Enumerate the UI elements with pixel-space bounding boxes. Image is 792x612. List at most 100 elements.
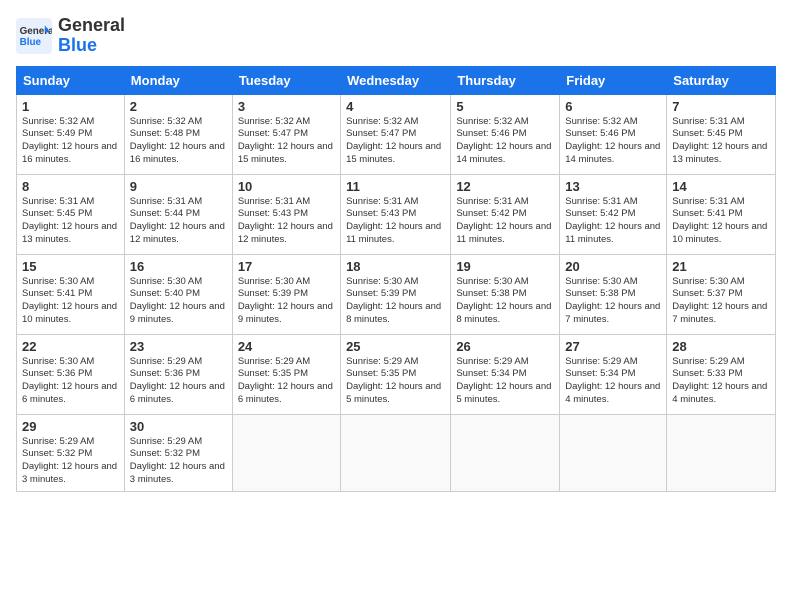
empty-day-cell xyxy=(341,414,451,491)
day-number: 17 xyxy=(238,259,335,274)
day-number: 6 xyxy=(565,99,661,114)
header-sunday: Sunday xyxy=(17,66,125,94)
day-number: 24 xyxy=(238,339,335,354)
day-cell: 4 Sunrise: 5:32 AM Sunset: 5:47 PM Dayli… xyxy=(341,94,451,174)
day-number: 3 xyxy=(238,99,335,114)
day-number: 20 xyxy=(565,259,661,274)
day-cell: 19 Sunrise: 5:30 AM Sunset: 5:38 PM Dayl… xyxy=(451,254,560,334)
day-info: Sunrise: 5:31 AM Sunset: 5:42 PM Dayligh… xyxy=(565,196,661,247)
day-cell: 1 Sunrise: 5:32 AM Sunset: 5:49 PM Dayli… xyxy=(17,94,125,174)
day-cell: 9 Sunrise: 5:31 AM Sunset: 5:44 PM Dayli… xyxy=(124,174,232,254)
day-cell: 3 Sunrise: 5:32 AM Sunset: 5:47 PM Dayli… xyxy=(232,94,340,174)
day-number: 11 xyxy=(346,179,445,194)
calendar-week-row: 22 Sunrise: 5:30 AM Sunset: 5:36 PM Dayl… xyxy=(17,334,776,414)
empty-day-cell xyxy=(451,414,560,491)
day-number: 14 xyxy=(672,179,770,194)
header-friday: Friday xyxy=(560,66,667,94)
day-cell: 23 Sunrise: 5:29 AM Sunset: 5:36 PM Dayl… xyxy=(124,334,232,414)
day-number: 2 xyxy=(130,99,227,114)
logo-text: General Blue xyxy=(58,16,125,56)
day-info: Sunrise: 5:31 AM Sunset: 5:43 PM Dayligh… xyxy=(238,196,335,247)
day-info: Sunrise: 5:29 AM Sunset: 5:34 PM Dayligh… xyxy=(565,356,661,407)
day-cell: 17 Sunrise: 5:30 AM Sunset: 5:39 PM Dayl… xyxy=(232,254,340,334)
day-cell: 8 Sunrise: 5:31 AM Sunset: 5:45 PM Dayli… xyxy=(17,174,125,254)
day-cell: 22 Sunrise: 5:30 AM Sunset: 5:36 PM Dayl… xyxy=(17,334,125,414)
day-info: Sunrise: 5:32 AM Sunset: 5:46 PM Dayligh… xyxy=(456,116,554,167)
day-info: Sunrise: 5:31 AM Sunset: 5:43 PM Dayligh… xyxy=(346,196,445,247)
day-info: Sunrise: 5:31 AM Sunset: 5:44 PM Dayligh… xyxy=(130,196,227,247)
day-info: Sunrise: 5:32 AM Sunset: 5:47 PM Dayligh… xyxy=(238,116,335,167)
day-info: Sunrise: 5:29 AM Sunset: 5:32 PM Dayligh… xyxy=(130,436,227,487)
header-tuesday: Tuesday xyxy=(232,66,340,94)
day-number: 27 xyxy=(565,339,661,354)
day-info: Sunrise: 5:32 AM Sunset: 5:46 PM Dayligh… xyxy=(565,116,661,167)
day-cell: 10 Sunrise: 5:31 AM Sunset: 5:43 PM Dayl… xyxy=(232,174,340,254)
svg-text:Blue: Blue xyxy=(20,37,42,48)
day-cell: 18 Sunrise: 5:30 AM Sunset: 5:39 PM Dayl… xyxy=(341,254,451,334)
day-cell: 27 Sunrise: 5:29 AM Sunset: 5:34 PM Dayl… xyxy=(560,334,667,414)
logo: General Blue General Blue xyxy=(16,16,125,56)
day-cell: 25 Sunrise: 5:29 AM Sunset: 5:35 PM Dayl… xyxy=(341,334,451,414)
calendar-week-row: 1 Sunrise: 5:32 AM Sunset: 5:49 PM Dayli… xyxy=(17,94,776,174)
day-number: 13 xyxy=(565,179,661,194)
day-number: 18 xyxy=(346,259,445,274)
day-info: Sunrise: 5:29 AM Sunset: 5:32 PM Dayligh… xyxy=(22,436,119,487)
day-info: Sunrise: 5:29 AM Sunset: 5:34 PM Dayligh… xyxy=(456,356,554,407)
header: General Blue General Blue xyxy=(16,16,776,56)
day-cell: 11 Sunrise: 5:31 AM Sunset: 5:43 PM Dayl… xyxy=(341,174,451,254)
header-wednesday: Wednesday xyxy=(341,66,451,94)
day-cell: 15 Sunrise: 5:30 AM Sunset: 5:41 PM Dayl… xyxy=(17,254,125,334)
day-cell: 14 Sunrise: 5:31 AM Sunset: 5:41 PM Dayl… xyxy=(667,174,776,254)
empty-day-cell xyxy=(560,414,667,491)
day-info: Sunrise: 5:31 AM Sunset: 5:42 PM Dayligh… xyxy=(456,196,554,247)
day-info: Sunrise: 5:31 AM Sunset: 5:45 PM Dayligh… xyxy=(672,116,770,167)
day-info: Sunrise: 5:32 AM Sunset: 5:49 PM Dayligh… xyxy=(22,116,119,167)
logo-icon: General Blue xyxy=(16,18,52,54)
empty-day-cell xyxy=(667,414,776,491)
day-cell: 21 Sunrise: 5:30 AM Sunset: 5:37 PM Dayl… xyxy=(667,254,776,334)
day-info: Sunrise: 5:29 AM Sunset: 5:36 PM Dayligh… xyxy=(130,356,227,407)
day-number: 4 xyxy=(346,99,445,114)
day-cell: 2 Sunrise: 5:32 AM Sunset: 5:48 PM Dayli… xyxy=(124,94,232,174)
header-monday: Monday xyxy=(124,66,232,94)
day-number: 16 xyxy=(130,259,227,274)
day-number: 29 xyxy=(22,419,119,434)
day-info: Sunrise: 5:31 AM Sunset: 5:45 PM Dayligh… xyxy=(22,196,119,247)
empty-day-cell xyxy=(232,414,340,491)
day-cell: 28 Sunrise: 5:29 AM Sunset: 5:33 PM Dayl… xyxy=(667,334,776,414)
day-number: 8 xyxy=(22,179,119,194)
day-number: 25 xyxy=(346,339,445,354)
day-info: Sunrise: 5:30 AM Sunset: 5:39 PM Dayligh… xyxy=(346,276,445,327)
day-cell: 24 Sunrise: 5:29 AM Sunset: 5:35 PM Dayl… xyxy=(232,334,340,414)
day-cell: 20 Sunrise: 5:30 AM Sunset: 5:38 PM Dayl… xyxy=(560,254,667,334)
calendar-table: SundayMondayTuesdayWednesdayThursdayFrid… xyxy=(16,66,776,492)
day-number: 7 xyxy=(672,99,770,114)
day-info: Sunrise: 5:30 AM Sunset: 5:36 PM Dayligh… xyxy=(22,356,119,407)
day-cell: 6 Sunrise: 5:32 AM Sunset: 5:46 PM Dayli… xyxy=(560,94,667,174)
day-number: 26 xyxy=(456,339,554,354)
day-info: Sunrise: 5:31 AM Sunset: 5:41 PM Dayligh… xyxy=(672,196,770,247)
day-info: Sunrise: 5:29 AM Sunset: 5:33 PM Dayligh… xyxy=(672,356,770,407)
day-cell: 13 Sunrise: 5:31 AM Sunset: 5:42 PM Dayl… xyxy=(560,174,667,254)
day-cell: 29 Sunrise: 5:29 AM Sunset: 5:32 PM Dayl… xyxy=(17,414,125,491)
day-number: 12 xyxy=(456,179,554,194)
calendar-week-row: 29 Sunrise: 5:29 AM Sunset: 5:32 PM Dayl… xyxy=(17,414,776,491)
calendar-week-row: 15 Sunrise: 5:30 AM Sunset: 5:41 PM Dayl… xyxy=(17,254,776,334)
day-cell: 12 Sunrise: 5:31 AM Sunset: 5:42 PM Dayl… xyxy=(451,174,560,254)
day-number: 21 xyxy=(672,259,770,274)
day-number: 1 xyxy=(22,99,119,114)
day-cell: 7 Sunrise: 5:31 AM Sunset: 5:45 PM Dayli… xyxy=(667,94,776,174)
day-info: Sunrise: 5:30 AM Sunset: 5:38 PM Dayligh… xyxy=(565,276,661,327)
day-info: Sunrise: 5:32 AM Sunset: 5:48 PM Dayligh… xyxy=(130,116,227,167)
header-thursday: Thursday xyxy=(451,66,560,94)
day-cell: 5 Sunrise: 5:32 AM Sunset: 5:46 PM Dayli… xyxy=(451,94,560,174)
day-info: Sunrise: 5:30 AM Sunset: 5:41 PM Dayligh… xyxy=(22,276,119,327)
day-number: 28 xyxy=(672,339,770,354)
day-info: Sunrise: 5:29 AM Sunset: 5:35 PM Dayligh… xyxy=(238,356,335,407)
day-number: 22 xyxy=(22,339,119,354)
day-info: Sunrise: 5:29 AM Sunset: 5:35 PM Dayligh… xyxy=(346,356,445,407)
day-info: Sunrise: 5:32 AM Sunset: 5:47 PM Dayligh… xyxy=(346,116,445,167)
day-cell: 30 Sunrise: 5:29 AM Sunset: 5:32 PM Dayl… xyxy=(124,414,232,491)
day-number: 10 xyxy=(238,179,335,194)
day-cell: 26 Sunrise: 5:29 AM Sunset: 5:34 PM Dayl… xyxy=(451,334,560,414)
